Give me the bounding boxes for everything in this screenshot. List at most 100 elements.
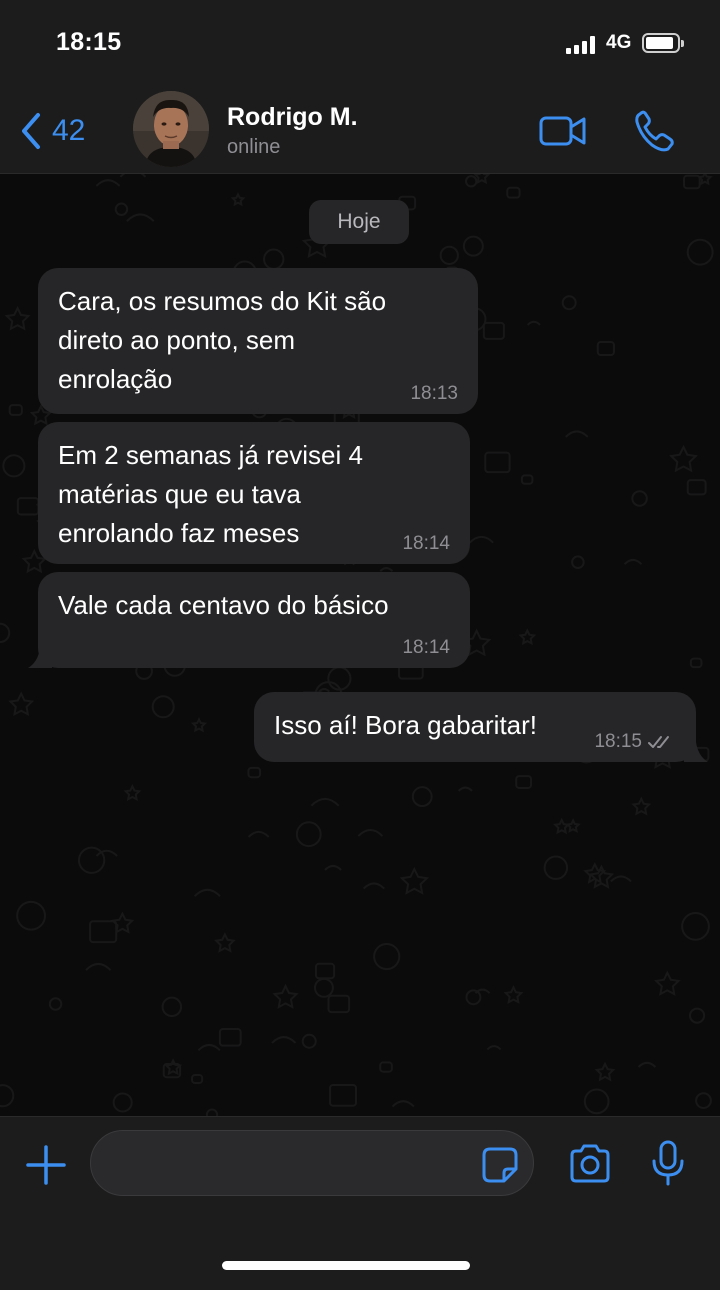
wallpaper-doodle: [161, 996, 183, 1018]
wallpaper-doodle: [373, 942, 401, 971]
wallpaper-doodle: [468, 535, 494, 544]
wallpaper-doodle: [669, 444, 698, 473]
wallpaper-doodle: [473, 174, 491, 185]
wallpaper-doodle: [324, 864, 342, 871]
phone-icon: [635, 110, 674, 152]
wallpaper-doodle: [631, 796, 652, 816]
message-time: 18:13: [410, 383, 458, 404]
wallpaper-doodle: [596, 341, 615, 356]
wallpaper-doodle: [543, 855, 569, 880]
wallpaper-doodle: [357, 828, 384, 837]
wallpaper-doodle: [95, 179, 121, 187]
wallpaper-doodle: [583, 1088, 610, 1115]
signal-strength-icon: [566, 36, 598, 54]
message-time: 18:15: [594, 731, 642, 752]
wallpaper-doodle: [313, 977, 334, 998]
wallpaper-doodle: [247, 766, 262, 779]
wallpaper-doodle: [230, 192, 246, 207]
wallpaper-doodle: [327, 994, 351, 1014]
wallpaper-doodle: [654, 970, 681, 996]
wallpaper-doodle: [637, 1061, 657, 1068]
wallpaper-doodle: [565, 430, 589, 438]
plus-icon: [26, 1145, 66, 1185]
wallpaper-doodle: [565, 818, 581, 833]
wallpaper-doodle: [126, 213, 155, 222]
message-bubble-incoming[interactable]: Cara, os resumos do Kit são direto ao po…: [38, 268, 478, 414]
wallpaper-doodle: [16, 900, 47, 931]
message-text-line: Em 2 semanas já revisei 4: [58, 440, 363, 470]
wallpaper-doodle: [689, 1007, 706, 1024]
wallpaper-doodle: [310, 797, 340, 807]
message-input-container[interactable]: [90, 1130, 534, 1196]
wallpaper-doodle: [191, 1073, 204, 1085]
message-input[interactable]: [115, 1131, 475, 1195]
wallpaper-doodle: [0, 1084, 15, 1108]
voice-message-button[interactable]: [648, 1139, 688, 1187]
wallpaper-doodle: [247, 830, 270, 838]
message-text-line: enrolação: [58, 364, 173, 394]
date-separator: Hoje: [309, 200, 409, 244]
wallpaper-doodle: [518, 628, 537, 646]
wallpaper-doodle: [623, 558, 643, 565]
chevron-left-icon: [22, 113, 40, 149]
message-time: 18:14: [402, 637, 450, 658]
back-button[interactable]: 42: [18, 108, 108, 154]
wallpaper-doodle: [8, 691, 35, 717]
status-time: 18:15: [56, 28, 122, 56]
wallpaper-doodle: [379, 567, 394, 572]
wallpaper-doodle: [515, 775, 533, 789]
wallpaper-doodle: [314, 962, 336, 980]
unread-count: 42: [52, 114, 86, 147]
wallpaper-doodle: [151, 695, 175, 719]
wallpaper-doodle: [503, 985, 524, 1004]
message-text-line: direto ao ponto, sem: [58, 325, 296, 355]
message-bubble-outgoing[interactable]: Isso aí! Bora gabaritar! 18:15: [254, 692, 708, 762]
sticker-button[interactable]: [480, 1145, 520, 1185]
voice-call-button[interactable]: [632, 108, 682, 154]
wallpaper-doodle: [197, 1043, 221, 1052]
message-list[interactable]: Hoje Cara, os resumos do Kit são direto …: [0, 174, 720, 1116]
bubble-tail: [28, 648, 52, 668]
wallpaper-doodle: [218, 1028, 242, 1047]
wallpaper-doodle: [561, 295, 577, 311]
bubble-tail: [684, 742, 708, 762]
contact-name[interactable]: Rodrigo M.: [227, 103, 358, 132]
avatar[interactable]: [133, 91, 209, 167]
wallpaper-doodle: [686, 479, 707, 496]
wallpaper-doodle: [553, 817, 571, 835]
wallpaper-doodle: [85, 962, 112, 971]
wallpaper-doodle: [329, 1083, 358, 1107]
wallpaper-doodle: [682, 174, 701, 190]
wallpaper-doodle: [327, 666, 352, 691]
status-bar: 18:15 4G: [0, 0, 720, 88]
message-bubble-incoming[interactable]: Vale cada centavo do básico 18:14: [28, 572, 470, 668]
double-check-icon: [648, 736, 669, 748]
video-call-button[interactable]: [538, 108, 588, 154]
wallpaper-doodle: [391, 1100, 415, 1108]
network-type: 4G: [606, 32, 632, 53]
wallpaper-doodle: [482, 321, 505, 340]
wallpaper-doodle: [439, 245, 459, 265]
wallpaper-doodle: [465, 989, 482, 1006]
wallpaper-doodle: [486, 1045, 502, 1051]
wallpaper-doodle: [526, 320, 541, 326]
message-time: 18:14: [402, 533, 450, 554]
wallpaper-doodle: [506, 186, 521, 199]
home-indicator[interactable]: [222, 1261, 470, 1270]
message-bubble-incoming[interactable]: Em 2 semanas já revisei 4 matérias que e…: [38, 422, 470, 564]
wallpaper-doodle: [164, 1058, 183, 1076]
wallpaper-doodle: [16, 497, 40, 516]
wallpaper-doodle: [462, 235, 484, 257]
wallpaper-doodle: [689, 657, 703, 669]
message-text-line: Cara, os resumos do Kit são: [58, 286, 387, 316]
attach-button[interactable]: [24, 1143, 68, 1187]
wallpaper-doodle: [295, 821, 322, 848]
wallpaper-doodle: [631, 490, 648, 507]
wallpaper-doodle: [465, 175, 478, 188]
wallpaper-doodle: [112, 1092, 133, 1113]
camera-button[interactable]: [567, 1141, 613, 1187]
video-call-icon: [539, 116, 586, 146]
microphone-icon: [652, 1140, 684, 1186]
message-text-line: Vale cada centavo do básico: [58, 590, 389, 620]
wallpaper-doodle: [114, 202, 129, 216]
